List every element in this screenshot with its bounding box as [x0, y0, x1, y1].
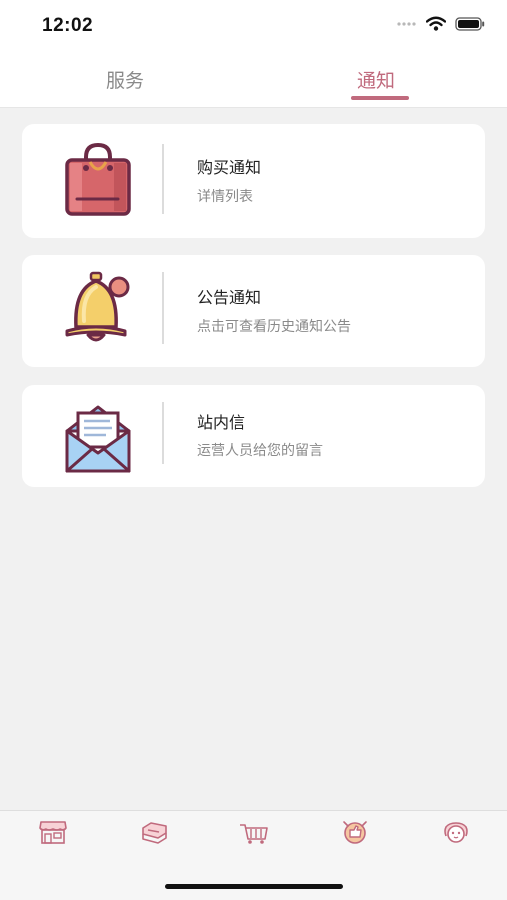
card-divider: [162, 402, 164, 464]
status-time: 12:02: [42, 15, 94, 36]
card-divider: [162, 144, 164, 214]
card-divider: [162, 272, 164, 344]
bell-icon: [65, 271, 130, 342]
wifi-icon: [426, 16, 446, 31]
card-title: 公告通知: [197, 288, 262, 307]
card-description: 详情列表: [197, 189, 253, 205]
home-indicator[interactable]: [165, 884, 343, 889]
card-description: 点击可查看历史通知公告: [197, 319, 351, 335]
card-title: 购买通知: [197, 158, 262, 177]
tab-service[interactable]: 服务: [106, 66, 144, 93]
active-tab-indicator: [351, 96, 409, 100]
tab-notice[interactable]: 通知: [357, 66, 395, 93]
shop-icon[interactable]: [38, 819, 68, 845]
thumbs-up-icon[interactable]: [340, 819, 370, 845]
notification-card-purchase[interactable]: 购买通知 详情列表: [22, 124, 485, 238]
status-icons: [397, 16, 485, 31]
profile-icon[interactable]: [441, 819, 471, 845]
battery-icon: [455, 16, 485, 31]
goods-icon[interactable]: [139, 819, 169, 845]
cart-icon[interactable]: [239, 819, 269, 845]
notification-card-inbox[interactable]: 站内信 运营人员给您的留言: [22, 385, 485, 487]
shopping-bag-icon: [65, 142, 131, 216]
notification-card-announcement[interactable]: 公告通知 点击可查看历史通知公告: [22, 255, 485, 367]
signal-dots-icon: [397, 21, 416, 26]
status-bar: 12:02: [0, 0, 507, 52]
envelope-icon: [65, 405, 131, 473]
tab-bar: 服务 通知: [0, 52, 507, 108]
card-description: 运营人员给您的留言: [197, 443, 323, 459]
top-header: 12:02 服务 通知: [0, 0, 507, 108]
card-title: 站内信: [197, 413, 246, 432]
